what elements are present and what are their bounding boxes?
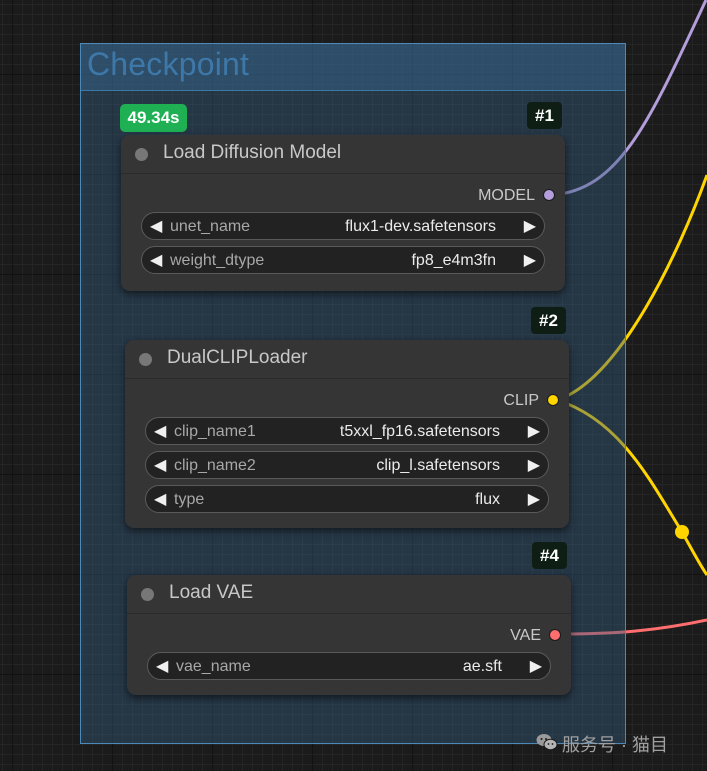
model-socket-icon[interactable] [543, 189, 555, 201]
node-dualcliploader[interactable]: DualCLIPLoader CLIP ◀ clip_name1 t5xxl_f… [125, 340, 569, 528]
widget-name: clip_name1 [174, 423, 256, 440]
output-clip[interactable]: CLIP [503, 392, 559, 410]
node-title-bar[interactable]: Load VAE [127, 575, 571, 614]
collapse-dot-icon[interactable] [141, 588, 154, 601]
increment-arrow-icon[interactable]: ▶ [524, 216, 536, 236]
widget-name: weight_dtype [170, 252, 265, 269]
watermark: 服务号 · 猫目 [536, 731, 668, 757]
widget-vae-name[interactable]: ◀ vae_name ae.sft ▶ [147, 652, 551, 680]
node-title: Load VAE [169, 582, 254, 603]
widget-clip-name2[interactable]: ◀ clip_name2 clip_l.safetensors ▶ [145, 451, 549, 479]
decrement-arrow-icon[interactable]: ◀ [154, 455, 166, 475]
output-label: MODEL [478, 187, 535, 204]
increment-arrow-icon[interactable]: ▶ [530, 656, 542, 676]
group-title: Checkpoint [87, 46, 250, 82]
node-id-badge: #1 [527, 102, 562, 129]
increment-arrow-icon[interactable]: ▶ [528, 421, 540, 441]
vae-socket-icon[interactable] [549, 629, 561, 641]
widget-value[interactable]: fp8_e4m3fn [411, 252, 496, 270]
collapse-dot-icon[interactable] [139, 353, 152, 366]
node-title-bar[interactable]: Load Diffusion Model [121, 135, 565, 174]
widget-value[interactable]: flux [475, 491, 500, 509]
decrement-arrow-icon[interactable]: ◀ [150, 250, 162, 270]
widget-clip-name1[interactable]: ◀ clip_name1 t5xxl_fp16.safetensors ▶ [145, 417, 549, 445]
widget-value[interactable]: ae.sft [463, 658, 502, 676]
decrement-arrow-icon[interactable]: ◀ [154, 421, 166, 441]
increment-arrow-icon[interactable]: ▶ [528, 455, 540, 475]
node-title: Load Diffusion Model [163, 142, 342, 163]
output-label: VAE [510, 627, 541, 644]
widget-unet-name[interactable]: ◀ unet_name flux1-dev.safetensors ▶ [141, 212, 545, 240]
watermark-text: 服务号 · 猫目 [562, 735, 668, 755]
decrement-arrow-icon[interactable]: ◀ [156, 656, 168, 676]
increment-arrow-icon[interactable]: ▶ [528, 489, 540, 509]
execution-time-badge: 49.34s [120, 104, 187, 132]
widget-name: vae_name [176, 658, 251, 675]
node-title-bar[interactable]: DualCLIPLoader [125, 340, 569, 379]
decrement-arrow-icon[interactable]: ◀ [150, 216, 162, 236]
group-header[interactable]: Checkpoint [81, 44, 625, 91]
clip-socket-icon[interactable] [547, 394, 559, 406]
widget-name: unet_name [170, 218, 251, 235]
node-id-badge: #2 [531, 307, 566, 334]
output-label: CLIP [503, 392, 539, 409]
widget-name: type [174, 491, 205, 508]
output-model[interactable]: MODEL [478, 187, 555, 205]
widget-value[interactable]: flux1-dev.safetensors [345, 218, 496, 236]
node-load-diffusion-model[interactable]: Load Diffusion Model MODEL ◀ unet_name f… [121, 135, 565, 291]
decrement-arrow-icon[interactable]: ◀ [154, 489, 166, 509]
increment-arrow-icon[interactable]: ▶ [524, 250, 536, 270]
wechat-icon [536, 733, 558, 756]
widget-value[interactable]: clip_l.safetensors [376, 457, 500, 475]
collapse-dot-icon[interactable] [135, 148, 148, 161]
reroute-dot[interactable] [675, 525, 689, 539]
widget-weight-dtype[interactable]: ◀ weight_dtype fp8_e4m3fn ▶ [141, 246, 545, 274]
node-id-badge: #4 [532, 542, 567, 569]
node-load-vae[interactable]: Load VAE VAE ◀ vae_name ae.sft ▶ [127, 575, 571, 695]
widget-type[interactable]: ◀ type flux ▶ [145, 485, 549, 513]
output-vae[interactable]: VAE [510, 627, 561, 645]
widget-value[interactable]: t5xxl_fp16.safetensors [340, 423, 500, 441]
node-title: DualCLIPLoader [167, 347, 308, 368]
widget-name: clip_name2 [174, 457, 256, 474]
